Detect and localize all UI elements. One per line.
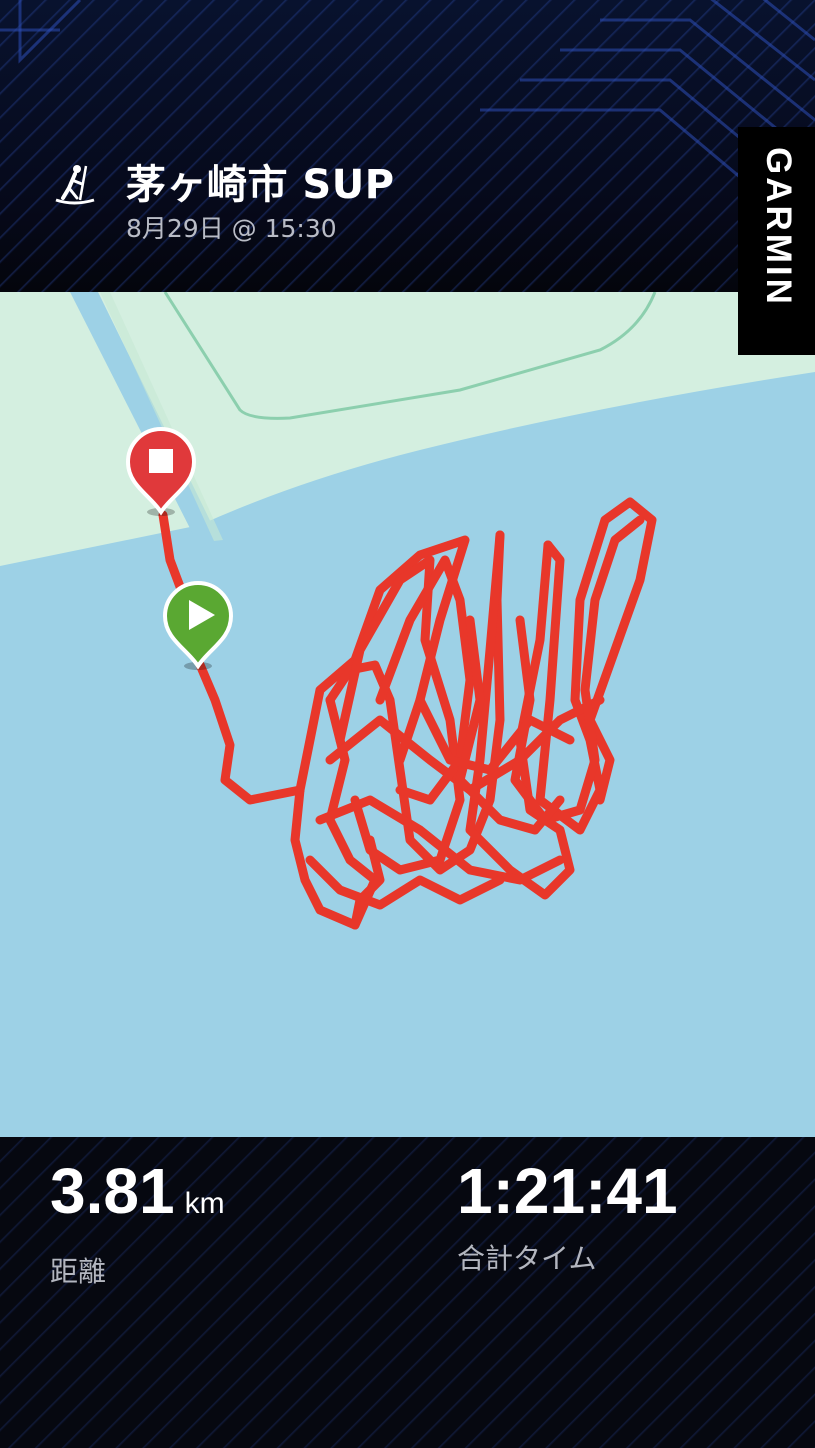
distance-unit: km bbox=[184, 1187, 225, 1220]
total-time-label: 合計タイム bbox=[457, 1242, 597, 1275]
brand-badge: GARMIN bbox=[738, 127, 815, 355]
paddleboard-icon bbox=[55, 165, 95, 205]
stop-icon bbox=[149, 449, 173, 473]
activity-header: 茅ヶ崎市 SUP 8月29日 @ 15:30 bbox=[0, 0, 815, 292]
header-decoration bbox=[0, 0, 815, 242]
activity-title: 茅ヶ崎市 SUP bbox=[126, 162, 395, 208]
total-time-value: 1:21:41 bbox=[457, 1155, 678, 1227]
brand-logo: GARMIN bbox=[759, 147, 798, 307]
map-canvas bbox=[0, 292, 815, 930]
distance-value-row: 3.81 km bbox=[50, 1155, 225, 1240]
distance-label: 距離 bbox=[50, 1255, 107, 1288]
route-track bbox=[158, 497, 657, 930]
route-map[interactable] bbox=[0, 292, 815, 1137]
distance-value: 3.81 bbox=[50, 1155, 175, 1227]
distance-stat: 3.81 km 距離 bbox=[50, 1155, 225, 1290]
stats-panel: 3.81 km 距離 1:21:41 合計タイム bbox=[0, 1137, 815, 1448]
activity-date: 8月29日 @ 15:30 bbox=[126, 214, 337, 243]
total-time-stat: 1:21:41 合計タイム bbox=[457, 1155, 678, 1277]
start-marker[interactable] bbox=[162, 581, 234, 670]
